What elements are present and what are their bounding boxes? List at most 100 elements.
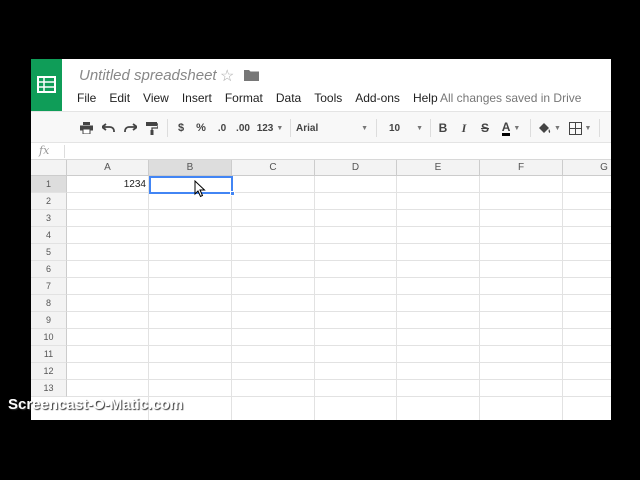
row-gridline [67, 328, 611, 329]
column-gridline [479, 176, 480, 420]
toolbar-divider [530, 119, 531, 137]
text-color-button[interactable]: A ▼ [498, 120, 524, 136]
row-gridline [67, 277, 611, 278]
print-button[interactable] [79, 120, 93, 136]
cell-a1[interactable]: 1234 [68, 177, 149, 193]
chevron-down-icon: ▼ [513, 124, 521, 132]
borders-icon [568, 121, 582, 135]
formula-input[interactable] [71, 145, 601, 158]
document-title[interactable]: Untitled spreadsheet [79, 67, 217, 84]
menu-data[interactable]: Data [276, 91, 301, 107]
select-all-corner[interactable] [31, 160, 67, 176]
column-header-b[interactable]: B [149, 160, 232, 176]
column-header-d[interactable]: D [315, 160, 397, 176]
row-header-13[interactable]: 13 [31, 380, 67, 397]
column-gridline [562, 176, 563, 420]
chevron-down-icon: ▼ [361, 124, 368, 132]
fx-icon: fx [39, 144, 50, 157]
column-gridline [148, 176, 149, 420]
print-icon [79, 122, 93, 134]
strikethrough-button[interactable]: S [478, 120, 492, 136]
save-status[interactable]: All changes saved in Drive [440, 91, 581, 105]
borders-button[interactable]: ▼ [566, 120, 594, 136]
column-gridline [396, 176, 397, 420]
menu-view[interactable]: View [143, 91, 169, 107]
spreadsheet-window: Untitled spreadsheet ☆ File Edit View In… [31, 59, 611, 420]
column-header-g[interactable]: G [563, 160, 611, 176]
italic-button[interactable]: I [457, 120, 471, 136]
folder-icon[interactable] [244, 69, 259, 81]
row-gridline [67, 362, 611, 363]
more-formats-label: 123 [256, 122, 274, 134]
menu-add-ons[interactable]: Add-ons [355, 91, 400, 107]
row-gridline [67, 345, 611, 346]
percent-format-button[interactable]: % [194, 120, 208, 136]
chevron-down-icon: ▼ [554, 124, 561, 132]
font-family-dropdown[interactable]: Arial ▼ [296, 120, 368, 136]
row-gridline [67, 260, 611, 261]
redo-icon [123, 123, 137, 132]
toolbar-divider [430, 119, 431, 137]
currency-format-button[interactable]: $ [175, 120, 187, 136]
text-color-label: A [501, 119, 511, 136]
column-header-f[interactable]: F [480, 160, 563, 176]
cell-b1-selected[interactable] [149, 176, 235, 196]
paint-bucket-icon [539, 122, 551, 133]
redo-button[interactable] [123, 120, 137, 136]
row-header-4[interactable]: 4 [31, 227, 67, 244]
sheets-logo[interactable] [31, 59, 62, 111]
mouse-pointer-icon [194, 180, 206, 198]
sheet-grid[interactable]: ABCDEFG 1 2 3 4 5 6 7 8 9 10 11 12 13 1234 [31, 160, 611, 420]
menu-insert[interactable]: Insert [182, 91, 212, 107]
menu-format[interactable]: Format [225, 91, 263, 107]
sheets-grid-icon [37, 76, 56, 93]
column-gridline [314, 176, 315, 420]
row-header-12[interactable]: 12 [31, 363, 67, 380]
row-header-6[interactable]: 6 [31, 261, 67, 278]
decrease-decimal-button[interactable]: .0 [214, 120, 230, 136]
font-family-value: Arial [296, 122, 319, 134]
menu-tools[interactable]: Tools [314, 91, 342, 107]
toolbar-divider [376, 119, 377, 137]
row-header-11[interactable]: 11 [31, 346, 67, 363]
row-header-9[interactable]: 9 [31, 312, 67, 329]
column-header-c[interactable]: C [232, 160, 315, 176]
font-size-value: 10 [389, 122, 401, 134]
title-bar: Untitled spreadsheet ☆ File Edit View In… [31, 59, 611, 111]
more-formats-dropdown[interactable]: 123 ▼ [256, 120, 284, 136]
column-header-a[interactable]: A [67, 160, 149, 176]
row-header-7[interactable]: 7 [31, 278, 67, 295]
row-header-1[interactable]: 1 [31, 176, 67, 193]
menu-file[interactable]: File [77, 91, 96, 107]
toolbar-divider [167, 119, 168, 137]
toolbar-divider [290, 119, 291, 137]
row-header-2[interactable]: 2 [31, 193, 67, 210]
row-header-10[interactable]: 10 [31, 329, 67, 346]
row-gridline [67, 294, 611, 295]
row-gridline [67, 311, 611, 312]
column-header-e[interactable]: E [397, 160, 480, 176]
row-header-5[interactable]: 5 [31, 244, 67, 261]
menu-help[interactable]: Help [413, 91, 438, 107]
fill-handle[interactable] [230, 191, 235, 196]
increase-decimal-button[interactable]: .00 [233, 120, 253, 136]
row-header-3[interactable]: 3 [31, 210, 67, 227]
undo-icon [101, 123, 115, 132]
star-icon[interactable]: ☆ [220, 66, 234, 86]
row-header-8[interactable]: 8 [31, 295, 67, 312]
chevron-down-icon: ▼ [416, 124, 423, 132]
menu-bar: File Edit View Insert Format Data Tools … [77, 91, 451, 107]
formula-bar: fx [31, 143, 611, 160]
undo-button[interactable] [101, 120, 115, 136]
fill-color-button[interactable]: ▼ [536, 120, 562, 136]
font-size-dropdown[interactable]: 10 ▼ [389, 120, 423, 136]
chevron-down-icon: ▼ [276, 124, 284, 132]
bold-button[interactable]: B [436, 120, 450, 136]
toolbar-divider [599, 119, 600, 137]
row-gridline [67, 226, 611, 227]
paint-format-button[interactable] [145, 120, 159, 136]
paint-format-icon [146, 121, 158, 135]
menu-edit[interactable]: Edit [109, 91, 130, 107]
column-gridline [231, 176, 232, 420]
toolbar: $ % .0 .00 123 ▼ Arial ▼ 10 ▼ B I S A ▼ ▼ [31, 111, 611, 143]
